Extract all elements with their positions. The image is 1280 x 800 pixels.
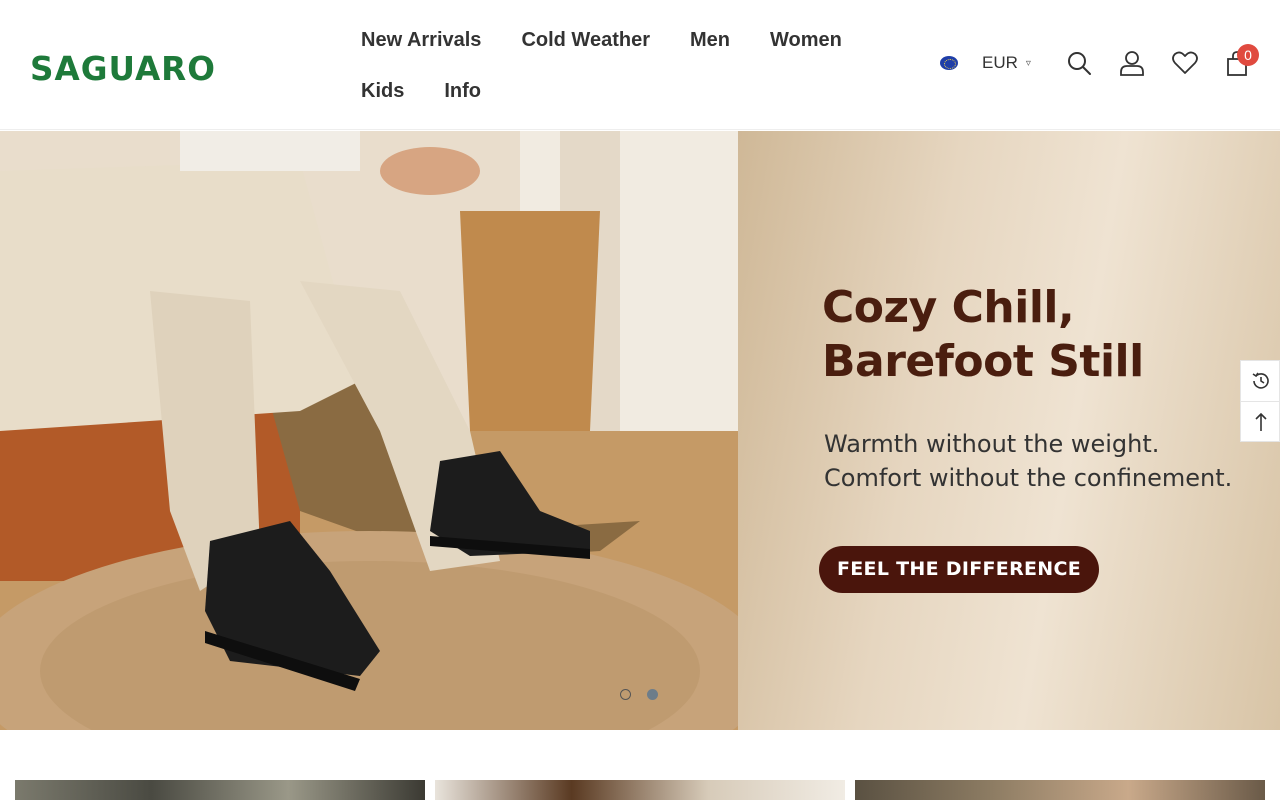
nav-new-arrivals[interactable]: New Arrivals (361, 22, 481, 58)
hero-image (0, 131, 738, 730)
account-button[interactable] (1119, 50, 1147, 78)
hero-title-line-2: Barefoot Still (822, 336, 1144, 387)
logo-text: SAGUARO (30, 50, 216, 84)
account-icon (1120, 51, 1144, 76)
category-card-3[interactable] (855, 780, 1265, 800)
category-thumbnails (0, 730, 1280, 800)
chevron-down-icon: ▿ (1025, 57, 1031, 69)
slider-pagination (620, 689, 674, 700)
hero-title-line-1: Cozy Chill, (822, 282, 1075, 333)
cart-count-badge: 0 (1237, 44, 1259, 66)
eu-flag-icon (940, 56, 958, 70)
nav-kids[interactable]: Kids (361, 73, 404, 109)
main-navigation: New Arrivals Cold Weather Men Women Kids… (361, 22, 881, 124)
slide-dot-1[interactable] (620, 689, 631, 700)
currency-label: EUR (982, 53, 1018, 72)
floating-side-tools (1240, 360, 1280, 442)
nav-row-secondary: Kids Info (361, 73, 881, 109)
back-to-top-icon (1255, 412, 1267, 431)
nav-men[interactable]: Men (690, 22, 730, 58)
search-button[interactable] (1066, 50, 1094, 78)
recently-viewed-button[interactable] (1241, 361, 1280, 401)
wishlist-button[interactable] (1171, 50, 1199, 78)
currency-selector[interactable]: EUR ▿ (940, 50, 1031, 76)
hero-subtitle-line-2: Comfort without the confinement. (824, 464, 1233, 492)
site-header: SAGUARO New Arrivals Cold Weather Men Wo… (0, 0, 1280, 130)
nav-cold-weather[interactable]: Cold Weather (521, 22, 650, 58)
feel-the-difference-button[interactable]: FEEL THE DIFFERENCE (819, 546, 1099, 593)
nav-row-primary: New Arrivals Cold Weather Men Women (361, 22, 881, 58)
hero-photo-illustration (0, 131, 738, 730)
hero-banner[interactable]: Cozy Chill, Barefoot Still Warmth withou… (0, 131, 1280, 730)
hero-subtitle: Warmth without the weight. Comfort witho… (824, 427, 1232, 495)
hero-title: Cozy Chill, Barefoot Still (822, 281, 1144, 389)
logo-wordmark: SAGUARO (30, 50, 216, 84)
hero-subtitle-line-1: Warmth without the weight. (824, 430, 1160, 458)
back-to-top-button[interactable] (1241, 401, 1280, 441)
slide-dot-2[interactable] (647, 689, 658, 700)
recently-viewed-icon (1252, 372, 1269, 389)
search-icon (1068, 52, 1091, 75)
nav-info[interactable]: Info (444, 73, 481, 109)
category-card-2[interactable] (435, 780, 845, 800)
wishlist-icon (1172, 51, 1198, 74)
nav-women[interactable]: Women (770, 22, 842, 58)
category-card-1[interactable] (15, 780, 425, 800)
saguaro-logo[interactable]: SAGUARO (30, 50, 218, 84)
